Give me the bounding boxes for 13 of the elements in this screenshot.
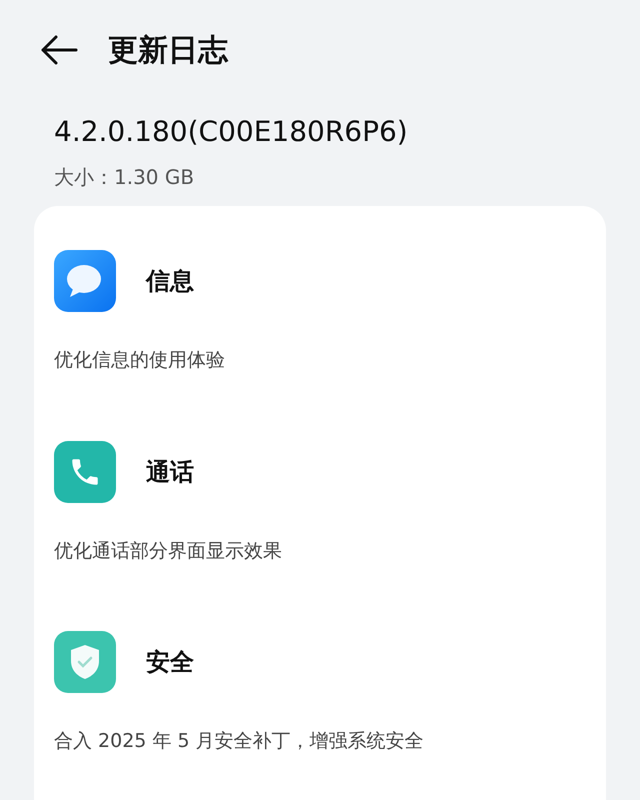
section-description: 优化通话部分界面显示效果 [54,538,283,564]
section-title: 安全 [146,647,194,678]
section-description: 优化信息的使用体验 [54,348,226,373]
back-icon[interactable] [40,35,78,65]
message-bubble-icon [54,250,116,312]
phone-icon [54,440,116,502]
section-title: 信息 [146,266,194,297]
section-description: 合入 2025 年 5 月安全补丁，增强系统安全 [54,729,425,754]
section-title: 通话 [146,456,194,488]
update-size: 大小：1.30 GB [54,164,196,191]
version-number: 4.2.0.180(C00E180R6P6) [54,114,409,150]
page-title: 更新日志 [108,32,228,70]
shield-icon [54,631,116,693]
